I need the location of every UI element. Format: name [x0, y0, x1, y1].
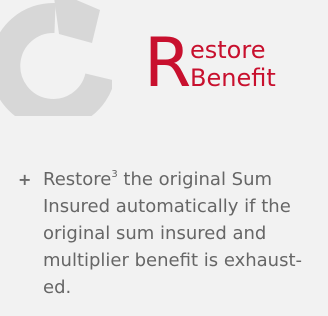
benefit-description: Restore3 the original Sum Insured automa…	[43, 166, 305, 301]
restore-arrow-icon	[0, 0, 112, 116]
benefit-bullet: + Restore3 the original Sum Insured auto…	[18, 166, 318, 298]
title-initial-letter: R	[144, 24, 192, 103]
footnote-superscript: 3	[111, 169, 118, 180]
restore-benefit-title: R estore Benefit	[144, 20, 314, 106]
plus-bullet-icon: +	[18, 170, 32, 189]
benefit-description-start: Restore	[43, 169, 112, 190]
title-second-line: Benefit	[190, 64, 276, 92]
restore-benefit-card: R estore Benefit + Restore3 the original…	[0, 0, 328, 316]
title-first-line: estore	[190, 36, 266, 64]
